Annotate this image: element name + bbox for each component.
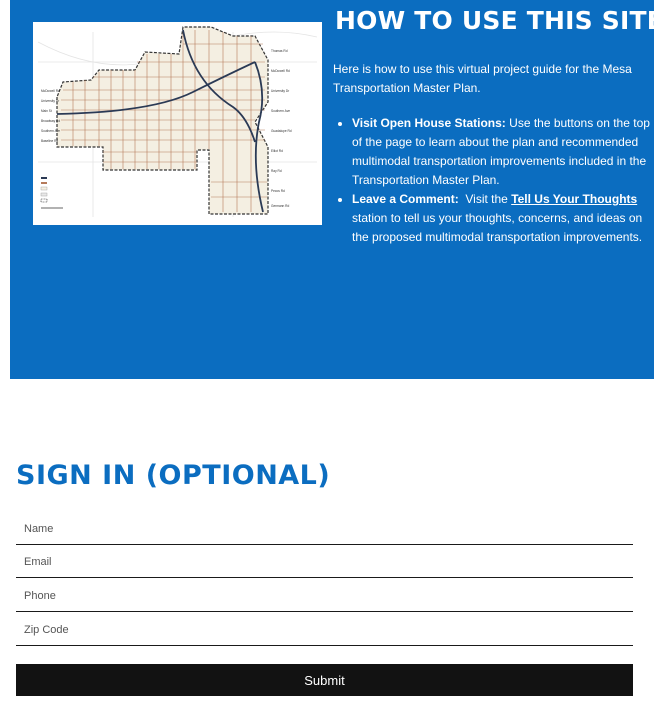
instructions-list: Visit Open House Stations: Use the butto… <box>333 114 652 247</box>
list-item-text: Visit the <box>458 192 512 206</box>
street-map-graphic: McDowell Rd University Dr Main St Broadw… <box>33 22 322 225</box>
list-item-heading: Leave a Comment: <box>352 192 459 206</box>
page-title: HOW TO USE THIS SITE <box>335 6 654 35</box>
svg-text:Main St: Main St <box>41 109 52 113</box>
svg-text:Southern Ave: Southern Ave <box>271 109 290 113</box>
svg-text:Ray Rd: Ray Rd <box>271 169 282 173</box>
tell-us-your-thoughts-link[interactable]: Tell Us Your Thoughts <box>511 192 637 206</box>
svg-text:Pecos Rd: Pecos Rd <box>271 189 285 193</box>
list-item-heading: Visit Open House Stations: <box>352 116 506 130</box>
svg-text:Germann Rd: Germann Rd <box>271 204 289 208</box>
svg-text:Elliot Rd: Elliot Rd <box>271 149 283 153</box>
svg-text:University Dr: University Dr <box>271 89 290 93</box>
svg-text:Guadalupe Rd: Guadalupe Rd <box>271 129 292 133</box>
list-item-open-house: Visit Open House Stations: Use the butto… <box>352 114 652 190</box>
list-item-text: station to tell us your thoughts, concer… <box>352 211 643 244</box>
phone-field[interactable] <box>16 580 633 612</box>
name-field[interactable] <box>16 513 633 545</box>
email-field[interactable] <box>16 546 633 578</box>
svg-text:Thomas Rd: Thomas Rd <box>271 49 288 53</box>
svg-text:Southern Ave: Southern Ave <box>41 129 60 133</box>
svg-text:McDowell Rd: McDowell Rd <box>271 69 290 73</box>
svg-text:University Dr: University Dr <box>41 99 60 103</box>
submit-button[interactable]: Submit <box>16 664 633 696</box>
project-area-map: McDowell Rd University Dr Main St Broadw… <box>33 22 322 225</box>
list-item-comment: Leave a Comment: Visit the Tell Us Your … <box>352 190 652 247</box>
signin-title: SIGN IN (OPTIONAL) <box>16 460 331 491</box>
svg-text:McDowell Rd: McDowell Rd <box>41 89 60 93</box>
svg-text:Baseline Rd: Baseline Rd <box>41 139 58 143</box>
intro-text: Here is how to use this virtual project … <box>333 62 632 95</box>
zip-code-field[interactable] <box>16 614 633 646</box>
svg-text:Broadway Rd: Broadway Rd <box>41 119 60 123</box>
